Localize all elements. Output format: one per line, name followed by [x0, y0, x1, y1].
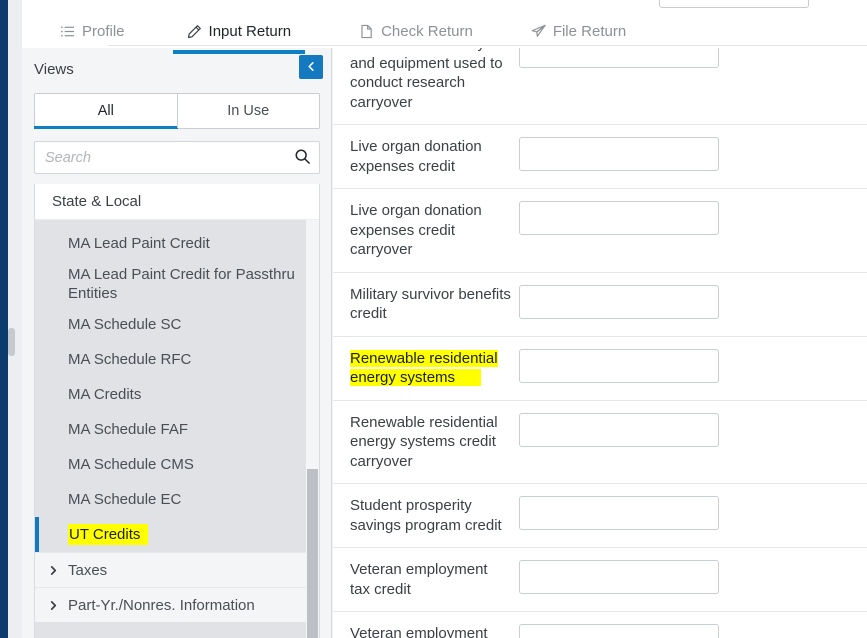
list-item-label: MA Lead Paint Credit — [68, 234, 210, 253]
rail-gutter — [8, 0, 22, 638]
form-label: Renewable residential energy systems — [333, 349, 519, 388]
search-button[interactable] — [285, 142, 319, 173]
filter-all-button[interactable]: All — [35, 94, 177, 128]
form-input[interactable] — [519, 137, 719, 171]
form-row: Student prosperity savings program credi… — [333, 484, 867, 548]
list-item-label: MA Lead Paint Credit for Passthru Entiti… — [68, 265, 305, 303]
form-input[interactable] — [519, 496, 719, 530]
group-row-label: Part-Yr./Nonres. Information — [68, 597, 255, 614]
group-row-part-yr-nonres[interactable]: Part-Yr./Nonres. Information — [35, 587, 319, 622]
group-row-taxes[interactable]: Taxes — [35, 552, 319, 587]
paper-plane-icon — [531, 24, 546, 39]
form-row: Veteran employment tax credit carryover — [333, 612, 867, 638]
sidebar-scrollbar-thumb[interactable] — [307, 469, 318, 638]
chevron-right-icon — [49, 600, 58, 611]
form-row: Credit for machinery and equipment used … — [333, 40, 867, 125]
app-window: Profile Input Return C — [0, 0, 867, 638]
sidebar-resize-handle[interactable] — [8, 328, 15, 356]
list-item[interactable]: MA Schedule EC — [35, 482, 319, 517]
group-row-label: Taxes — [68, 562, 107, 579]
form-label: Veteran employment tax credit — [333, 560, 519, 599]
search-input[interactable] — [35, 142, 285, 173]
form-input[interactable] — [519, 413, 719, 447]
form-input[interactable] — [519, 560, 719, 594]
left-nav-rail — [0, 0, 8, 638]
form-input[interactable] — [519, 624, 719, 638]
filter-in-use-button[interactable]: In Use — [177, 94, 320, 128]
form-input[interactable] — [519, 349, 719, 383]
document-icon — [359, 24, 374, 39]
list-item[interactable]: MA Lead Paint Credit for Passthru Entiti… — [35, 261, 319, 307]
group-header-state-local[interactable]: State & Local — [35, 184, 319, 220]
tab-file-return-label: File Return — [553, 23, 626, 40]
form-input[interactable] — [519, 285, 719, 319]
list-item-label: MA Schedule EC — [68, 490, 181, 509]
tab-check-return-label: Check Return — [381, 23, 473, 40]
list-item-label: MA Schedule SC — [68, 315, 181, 334]
form-input[interactable] — [519, 201, 719, 235]
main-form-panel: Credit for machinery and equipment used … — [333, 40, 867, 638]
list-item[interactable]: MA Schedule CMS — [35, 447, 319, 482]
partial-top-input[interactable] — [659, 0, 809, 8]
list-item-ut-credits[interactable]: UT Credits — [35, 517, 319, 552]
form-label: Student prosperity savings program credi… — [333, 496, 519, 535]
views-list-scroll: Other Credits MA Lead Paint Credit MA Le… — [35, 184, 319, 638]
list-item[interactable]: MA Credits — [35, 377, 319, 412]
list-item[interactable]: MA Lead Paint Credit — [35, 226, 319, 261]
list-item-label: MA Schedule CMS — [68, 455, 194, 474]
form-row: Veteran employment tax credit — [333, 548, 867, 612]
tab-profile[interactable]: Profile — [58, 14, 127, 48]
list-item-label: MA Credits — [68, 385, 141, 404]
pencil-icon — [187, 24, 202, 39]
list-item[interactable]: MA Schedule SC — [35, 307, 319, 342]
tab-file-return[interactable]: File Return — [529, 14, 628, 48]
sidebar-title: Views — [34, 61, 74, 78]
list-item-label: MA Schedule FAF — [68, 420, 188, 439]
list-item[interactable]: MA Schedule FAF — [35, 412, 319, 447]
form-row-highlighted: Renewable residential energy systems — [333, 337, 867, 401]
collapse-sidebar-button[interactable] — [299, 55, 323, 79]
chevron-left-icon — [306, 60, 317, 75]
form-label: Live organ donation expenses credit carr… — [333, 201, 519, 260]
views-filter-toggle: All In Use — [34, 93, 320, 129]
form-label: Veteran employment tax credit carryover — [333, 624, 519, 638]
chevron-right-icon — [49, 565, 58, 576]
views-sidebar: Views All In Use — [22, 48, 332, 638]
list-item-label: MA Schedule RFC — [68, 350, 191, 369]
tab-profile-label: Profile — [82, 23, 125, 40]
tab-check-return[interactable]: Check Return — [357, 14, 475, 48]
list-item[interactable]: MA Schedule RFC — [35, 342, 319, 377]
list-icon — [60, 24, 75, 39]
search-icon — [294, 148, 311, 168]
form-label: Credit for machinery and equipment used … — [333, 40, 519, 112]
form-row: Live organ donation expenses credit — [333, 125, 867, 189]
form-label-highlight: Renewable residential energy systems — [350, 350, 498, 387]
tab-input-return[interactable]: Input Return — [185, 14, 294, 48]
form-label: Renewable residential energy systems cre… — [333, 413, 519, 472]
form-label: Live organ donation expenses credit — [333, 137, 519, 176]
form-label: Military survivor benefits credit — [333, 285, 519, 324]
form-row: Live organ donation expenses credit carr… — [333, 189, 867, 273]
sidebar-header: Views — [22, 48, 331, 94]
list-item-label: UT Credits — [68, 524, 148, 545]
tab-input-return-label: Input Return — [209, 23, 292, 40]
form-row: Renewable residential energy systems cre… — [333, 401, 867, 485]
form-row: Military survivor benefits credit — [333, 273, 867, 337]
search-box — [34, 141, 320, 174]
form-scroll-area: Credit for machinery and equipment used … — [333, 40, 867, 638]
views-list-region: State & Local Other Credits MA Lead Pain… — [34, 184, 320, 638]
